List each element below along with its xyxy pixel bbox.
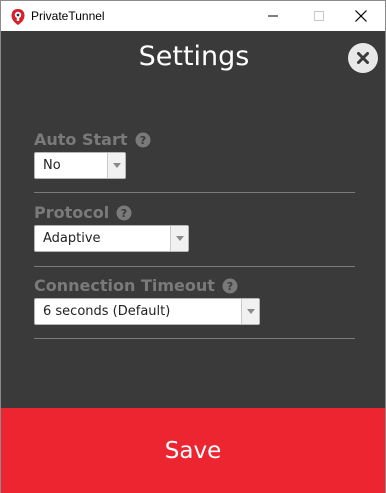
chevron-down-icon <box>107 153 125 178</box>
timeout-label: Connection Timeout <box>34 276 215 295</box>
protocol-select[interactable]: Adaptive <box>34 225 189 252</box>
svg-text:?: ? <box>139 134 145 147</box>
chevron-down-icon <box>241 299 259 324</box>
help-icon[interactable]: ? <box>222 278 238 294</box>
auto-start-select[interactable]: No <box>34 152 126 179</box>
window-title: PrivateTunnel <box>31 9 105 23</box>
save-button[interactable]: Save <box>0 408 386 493</box>
settings-panel: Settings Auto Start ? No Protocol ? Adap… <box>0 31 386 408</box>
protocol-label-row: Protocol ? <box>34 203 132 222</box>
help-icon[interactable]: ? <box>135 132 151 148</box>
page-title: Settings <box>138 41 250 72</box>
divider <box>34 192 355 193</box>
timeout-value: 6 seconds (Default) <box>43 304 171 319</box>
help-icon[interactable]: ? <box>116 205 132 221</box>
privatetunnel-logo-icon <box>11 9 25 25</box>
save-label: Save <box>164 437 222 464</box>
window-close-button[interactable] <box>338 1 384 31</box>
minimize-icon <box>268 15 278 17</box>
divider <box>34 266 355 267</box>
close-icon <box>355 10 367 22</box>
maximize-icon <box>314 11 324 21</box>
svg-text:?: ? <box>121 207 127 220</box>
auto-start-value: No <box>43 158 61 173</box>
settings-close-button[interactable] <box>348 43 378 73</box>
auto-start-label-row: Auto Start ? <box>34 130 151 149</box>
auto-start-label: Auto Start <box>34 130 128 149</box>
timeout-select[interactable]: 6 seconds (Default) <box>34 298 260 325</box>
close-icon <box>357 52 369 64</box>
chevron-down-icon <box>170 226 188 251</box>
window-titlebar: PrivateTunnel <box>0 0 386 31</box>
protocol-label: Protocol <box>34 203 110 222</box>
divider <box>34 338 355 339</box>
svg-text:?: ? <box>227 280 233 293</box>
maximize-button[interactable] <box>296 1 342 31</box>
minimize-button[interactable] <box>250 1 296 31</box>
protocol-value: Adaptive <box>43 231 101 246</box>
timeout-label-row: Connection Timeout ? <box>34 276 238 295</box>
